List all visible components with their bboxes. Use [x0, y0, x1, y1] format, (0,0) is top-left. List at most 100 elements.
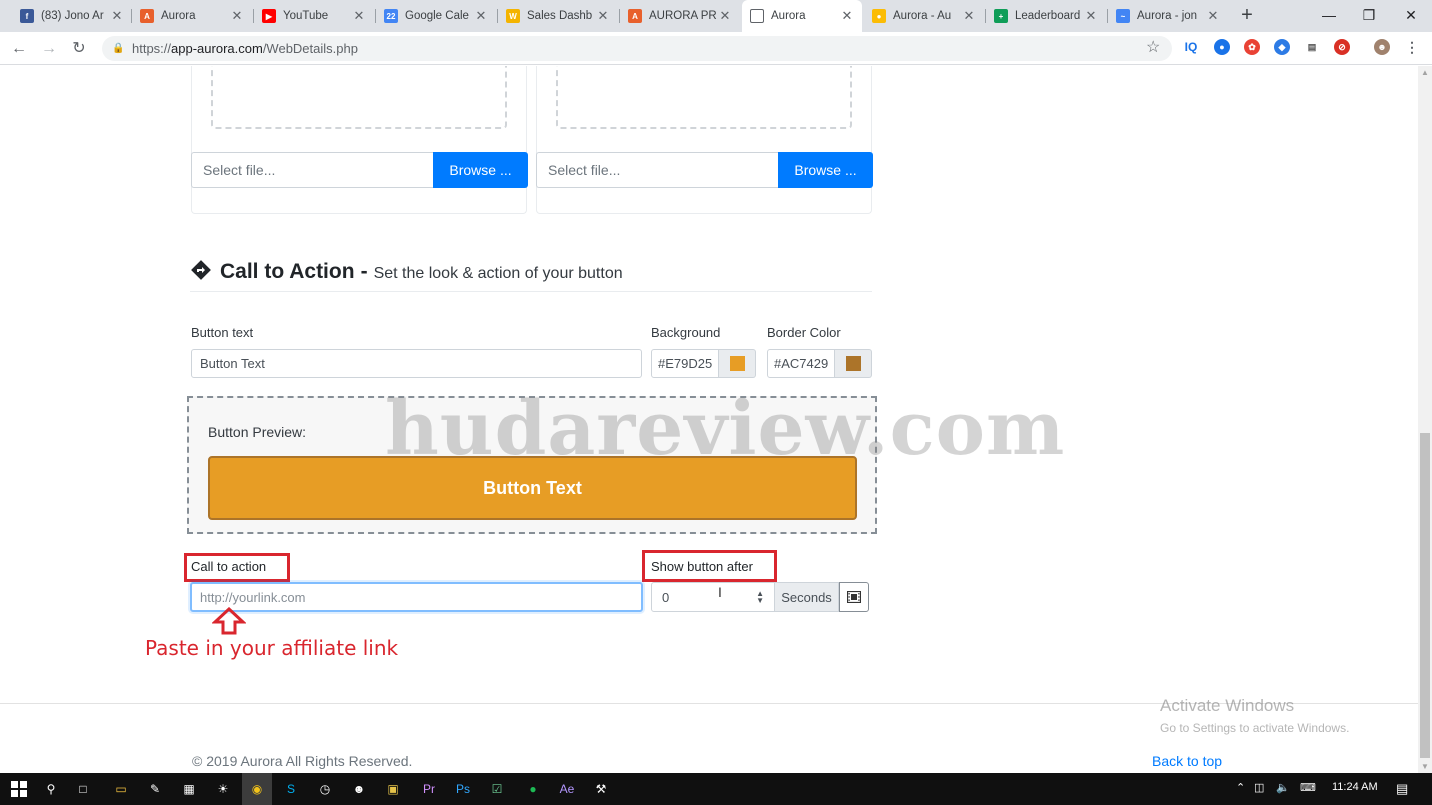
spinner-arrows-icon[interactable]: ▲ ▼ — [756, 590, 764, 605]
reload-icon[interactable]: ↻ — [68, 38, 90, 60]
stop-extension-icon[interactable]: ⊘ — [1334, 39, 1350, 55]
premiere-icon[interactable]: Pr — [418, 778, 440, 800]
chrome-icon[interactable]: ◉ — [242, 773, 272, 805]
tray-chevron-icon[interactable]: ⌃ — [1236, 781, 1245, 794]
windows-start-icon[interactable] — [8, 778, 30, 800]
forward-icon[interactable]: → — [38, 38, 60, 60]
tab-title: Aurora — [771, 10, 806, 22]
browser-tab[interactable]: + Leaderboard ✕ — [986, 0, 1106, 32]
tab-close-icon[interactable]: ✕ — [230, 8, 244, 24]
clock-app-icon[interactable]: ◷ — [314, 778, 336, 800]
browser-tab[interactable]: W Sales Dashb ✕ — [498, 0, 618, 32]
bookmark-star-icon[interactable]: ☆ — [1146, 37, 1160, 57]
image-drop-zone-left[interactable] — [211, 66, 507, 129]
call-to-action-url-input[interactable]: http://yourlink.com — [190, 582, 643, 612]
keyboard-icon[interactable]: ⌨ — [1300, 781, 1316, 794]
browser-tab[interactable]: ▶ YouTube ✕ — [254, 0, 374, 32]
notepad-icon[interactable]: ✎ — [144, 778, 166, 800]
document-extension-icon[interactable]: ▤ — [1304, 39, 1320, 55]
image-drop-zone-right[interactable] — [556, 66, 852, 129]
tab-separator — [1107, 9, 1108, 23]
after-effects-icon[interactable]: Ae — [556, 778, 578, 800]
url-scheme: https:// — [132, 41, 172, 56]
activate-windows-subtitle: Go to Settings to activate Windows. — [1160, 721, 1350, 735]
tab-close-icon[interactable]: ✕ — [718, 8, 732, 24]
skype-icon[interactable]: S — [280, 778, 302, 800]
file-input-left[interactable]: Select file... — [191, 152, 433, 188]
tab-title: Aurora - Au — [893, 10, 952, 22]
tab-close-icon[interactable]: ✕ — [110, 8, 124, 24]
tab-favicon-icon: ● — [872, 9, 886, 23]
browser-tab-bar: f (83) Jono Ar ✕ A Aurora ✕ ▶ YouTube ✕ 22 Google … — [0, 0, 1432, 32]
border-color-input[interactable]: #AC7429 — [767, 349, 835, 378]
border-color-picker[interactable] — [835, 349, 872, 378]
network-icon[interactable]: ◫ — [1254, 781, 1264, 794]
paint-icon[interactable]: ☀ — [212, 778, 234, 800]
background-label: Background — [651, 325, 721, 340]
file-explorer-icon[interactable]: ▭ — [110, 778, 132, 800]
spotify-icon[interactable]: ● — [522, 778, 544, 800]
calculator-icon[interactable]: ▦ — [178, 778, 200, 800]
browser-menu-icon[interactable]: ⋮ — [1404, 39, 1420, 55]
browser-tab[interactable]: f (83) Jono Ar ✕ — [12, 0, 132, 32]
tab-close-icon[interactable]: ✕ — [840, 8, 854, 24]
search-icon[interactable]: ⚲ — [40, 778, 62, 800]
tab-favicon-icon: ▶ — [262, 9, 276, 23]
tab-close-icon[interactable]: ✕ — [1084, 8, 1098, 24]
taskbar-clock[interactable]: 11:24 AM — [1332, 781, 1378, 793]
browser-tab[interactable]: ~ Aurora - jon ✕ — [1108, 0, 1228, 32]
task-view-icon[interactable]: □ — [72, 778, 94, 800]
tab-close-icon[interactable]: ✕ — [474, 8, 488, 24]
show-after-number-input[interactable]: 0 ▲ ▼ — [651, 582, 775, 612]
browser-tab[interactable]: A AURORA PR ✕ — [620, 0, 740, 32]
browse-button-right[interactable]: Browse ... — [778, 152, 873, 188]
profile-avatar[interactable]: ☻ — [1374, 39, 1390, 55]
browser-tab[interactable]: ● Aurora - Au ✕ — [864, 0, 984, 32]
text-cursor-icon: I — [718, 584, 722, 600]
file-input-right[interactable]: Select file... — [536, 152, 778, 188]
folder-icon[interactable]: ▣ — [382, 778, 404, 800]
cta-title: Call to Action — [220, 260, 355, 283]
cta-subtitle: Set the look & action of your button — [373, 265, 623, 282]
tab-close-icon[interactable]: ✕ — [962, 8, 976, 24]
button-text-input[interactable]: Button Text — [191, 349, 642, 378]
iq-extension-icon[interactable]: IQ — [1183, 39, 1199, 55]
address-bar[interactable]: 🔒 https://app-aurora.com/WebDetails.php — [102, 36, 1172, 61]
back-icon[interactable]: ← — [8, 38, 30, 60]
background-color-input[interactable]: #E79D25 — [651, 349, 719, 378]
browser-tab[interactable]: A Aurora ✕ — [132, 0, 252, 32]
back-to-top-link[interactable]: Back to top — [1152, 753, 1222, 769]
border-color-swatch — [845, 356, 861, 371]
tab-close-icon[interactable]: ✕ — [352, 8, 366, 24]
scroll-down-icon[interactable]: ▼ — [1418, 762, 1432, 771]
arrow-up-annotation-icon — [212, 607, 246, 635]
browser-tab[interactable]: Aurora ✕ — [742, 0, 862, 32]
scroll-up-icon[interactable]: ▲ — [1418, 68, 1432, 77]
tab-title: YouTube — [283, 10, 329, 22]
background-color-picker[interactable] — [719, 349, 756, 378]
scrollbar-thumb[interactable] — [1420, 433, 1430, 758]
tab-close-icon[interactable]: ✕ — [1206, 8, 1220, 24]
tab-favicon-icon: 22 — [384, 9, 398, 23]
new-tab-button[interactable]: + — [1236, 4, 1258, 26]
check-app-icon[interactable]: ☑ — [486, 778, 508, 800]
page-scrollbar[interactable]: ▲ ▼ — [1418, 66, 1432, 773]
page-content: Select file... Browse ... Select file...… — [0, 66, 1418, 773]
browser-tab[interactable]: 22 Google Cale ✕ — [376, 0, 496, 32]
layers-extension-icon[interactable]: ◆ — [1274, 39, 1290, 55]
notification-icon[interactable]: ▤ — [1396, 781, 1408, 797]
circle-extension-icon[interactable]: ● — [1214, 39, 1230, 55]
tool-app-icon[interactable]: ⚒ — [590, 778, 612, 800]
photoshop-icon[interactable]: Ps — [452, 778, 474, 800]
tab-close-icon[interactable]: ✕ — [596, 8, 610, 24]
tab-separator — [253, 9, 254, 23]
volume-icon[interactable]: 🔈 — [1276, 781, 1290, 794]
tab-title: AURORA PR — [649, 10, 717, 22]
color-wheel-extension-icon[interactable]: ✿ — [1244, 39, 1260, 55]
file-input-group-left: Select file... Browse ... — [191, 152, 528, 188]
film-icon[interactable] — [839, 582, 869, 612]
people-icon[interactable]: ☻ — [348, 778, 370, 800]
browse-button-left[interactable]: Browse ... — [433, 152, 528, 188]
maximize-icon[interactable]: ❐ — [1346, 0, 1392, 30]
close-window-icon[interactable]: ✕ — [1388, 0, 1432, 30]
